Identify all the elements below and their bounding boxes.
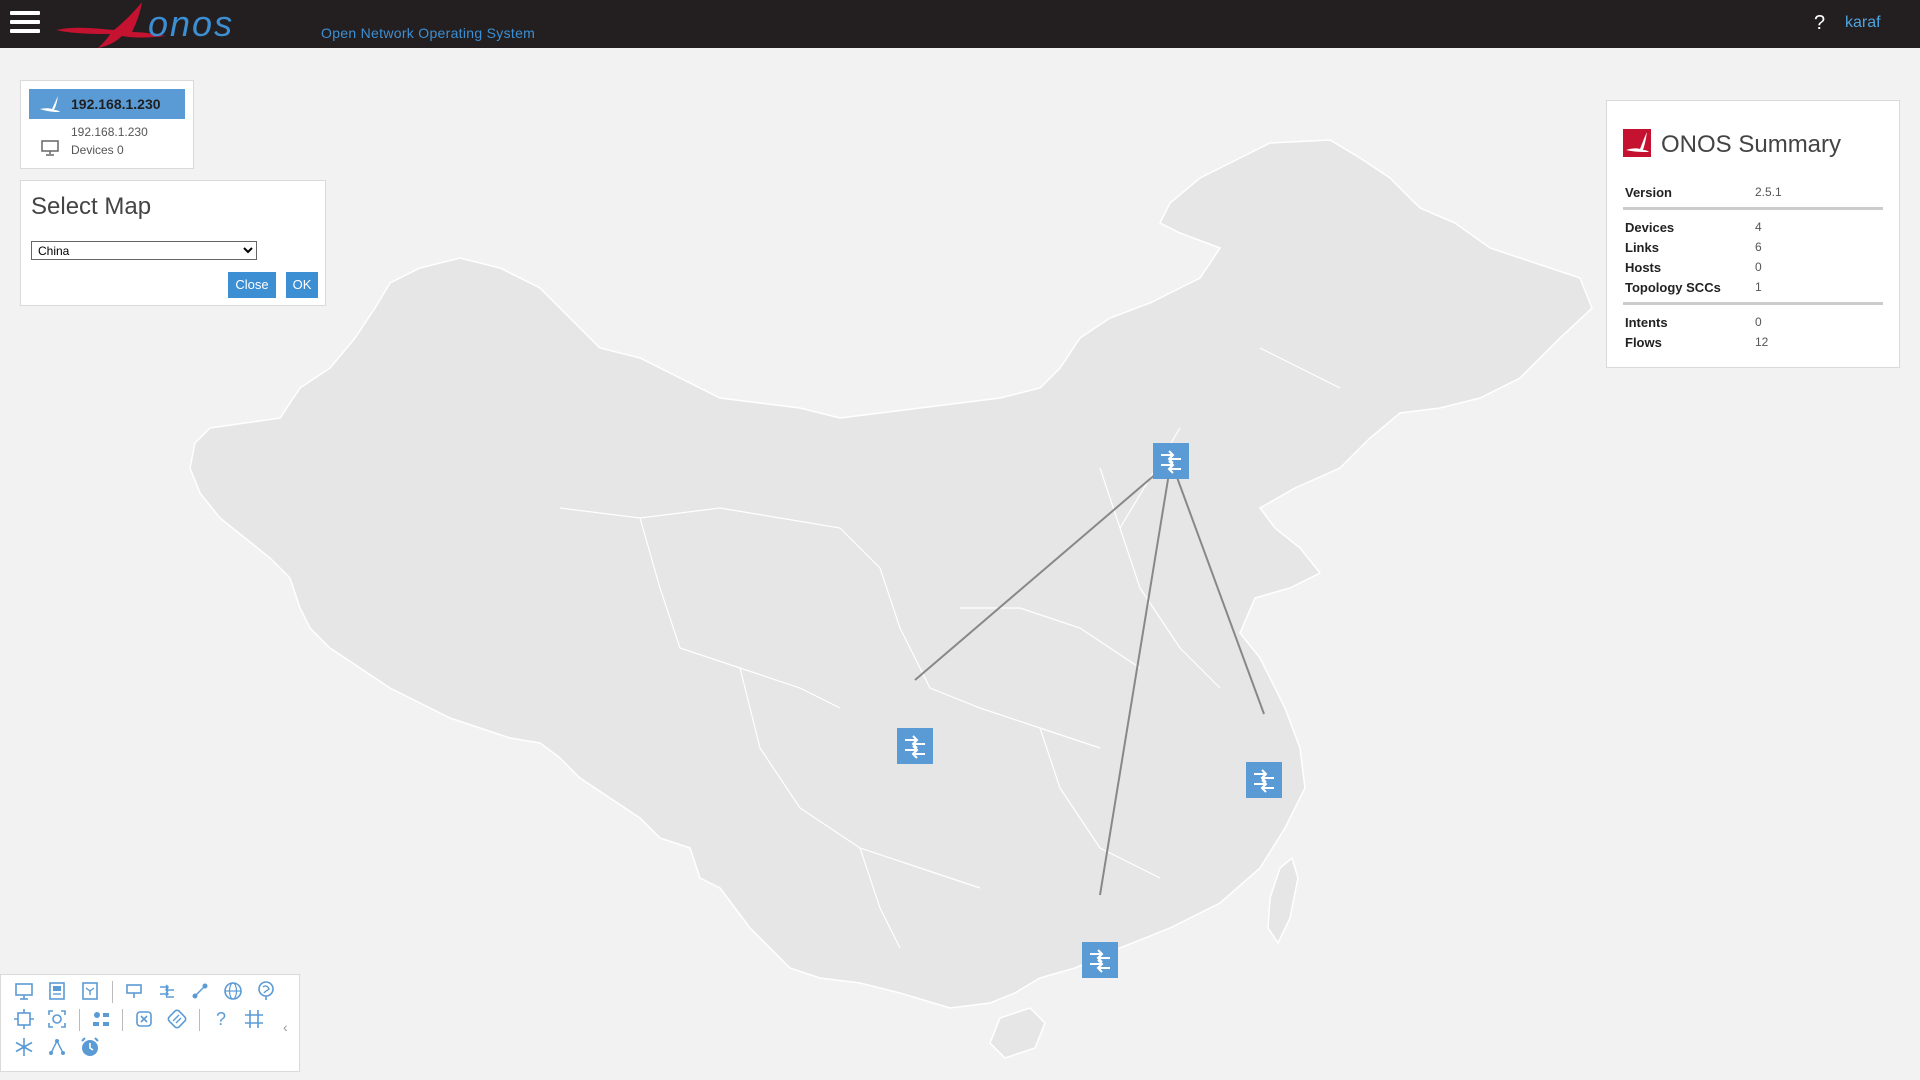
instance-name: 192.168.1.230 <box>71 96 161 112</box>
onos-logo: onos <box>56 2 234 48</box>
summary-value: 4 <box>1755 220 1762 234</box>
onos-summary-panel: ONOS Summary Version 2.5.1 Devices 4 Lin… <box>1606 100 1900 368</box>
instance-devices: Devices 0 <box>71 143 124 157</box>
summary-value: 6 <box>1755 240 1762 254</box>
app-subtitle: Open Network Operating System <box>321 25 536 41</box>
dialog-title: Select Map <box>31 193 152 220</box>
eq-mastership-icon[interactable] <box>89 1007 113 1031</box>
offline-devices-icon[interactable] <box>155 979 179 1003</box>
topology-toolbar: ? ‹ <box>0 974 300 1072</box>
snowflake-icon[interactable] <box>12 1035 36 1059</box>
svg-text:onos: onos <box>148 3 234 44</box>
host-visibility-icon[interactable] <box>122 979 146 1003</box>
summary-divider <box>1623 207 1883 210</box>
summary-value: 1 <box>1755 280 1762 294</box>
device-chengdu[interactable] <box>897 728 933 764</box>
geo-map-icon[interactable] <box>254 979 278 1003</box>
summary-key: Hosts <box>1625 260 1662 275</box>
ok-button[interactable]: OK <box>286 272 318 298</box>
summary-key: Flows <box>1625 335 1662 350</box>
toolbar-separator <box>199 1009 200 1031</box>
toolbar-separator <box>122 1009 123 1031</box>
details-panel-icon[interactable] <box>78 979 102 1003</box>
monitor-icon <box>41 140 59 156</box>
collapse-toolbar-icon[interactable]: ‹ <box>283 1019 288 1035</box>
summary-value: 0 <box>1755 315 1762 329</box>
summary-title: ONOS Summary <box>1661 131 1842 158</box>
summary-panel-icon[interactable] <box>45 979 69 1003</box>
china-map-outline <box>189 139 1593 1009</box>
all-traffic-icon[interactable] <box>165 1007 189 1031</box>
toolbar-separator <box>112 981 113 1003</box>
port-highlight-icon[interactable] <box>188 979 212 1003</box>
summary-key: Topology SCCs <box>1625 280 1721 295</box>
hainan-island <box>989 1007 1046 1059</box>
zoom-to-fit-icon[interactable] <box>45 1007 69 1031</box>
user-menu[interactable]: karaf <box>1845 14 1881 32</box>
select-map-dialog: Select Map China Close OK <box>20 180 326 306</box>
onos-logo-icon <box>1623 129 1651 157</box>
grid-icon[interactable] <box>242 1007 266 1031</box>
reset-zoom-icon[interactable] <box>12 1007 36 1031</box>
toolbar-separator <box>79 1009 80 1031</box>
bg-map-icon[interactable] <box>221 979 245 1003</box>
instance-header[interactable]: 192.168.1.230 <box>29 89 185 119</box>
taiwan-island <box>1267 856 1299 945</box>
device-shanghai[interactable] <box>1246 762 1282 798</box>
summary-key: Links <box>1625 240 1659 255</box>
map-select[interactable]: China <box>31 241 257 260</box>
help-icon[interactable]: ? <box>209 1007 233 1031</box>
summary-value: 0 <box>1755 260 1762 274</box>
instance-panel-icon[interactable] <box>12 979 36 1003</box>
device-guangzhou[interactable] <box>1082 942 1118 978</box>
summary-divider <box>1623 302 1883 305</box>
cancel-traffic-icon[interactable] <box>132 1007 156 1031</box>
summary-key: Devices <box>1625 220 1675 235</box>
instances-panel: 192.168.1.230 192.168.1.230 Devices 0 <box>20 80 194 169</box>
summary-key: Intents <box>1625 315 1668 330</box>
top-bar: onos Open Network Operating System ? kar… <box>0 0 1920 48</box>
help-button[interactable]: ? <box>1814 12 1825 35</box>
summary-key: Version <box>1625 185 1672 200</box>
alarm-clock-icon[interactable] <box>78 1035 102 1059</box>
close-button[interactable]: Close <box>228 272 276 298</box>
summary-value: 12 <box>1755 335 1769 349</box>
device-beijing[interactable] <box>1153 443 1189 479</box>
summary-value: 2.5.1 <box>1755 185 1782 199</box>
menu-icon[interactable] <box>10 11 40 37</box>
onos-bird-icon <box>40 96 60 112</box>
topo-layout-icon[interactable] <box>45 1035 69 1059</box>
instance-ip: 192.168.1.230 <box>71 125 148 139</box>
